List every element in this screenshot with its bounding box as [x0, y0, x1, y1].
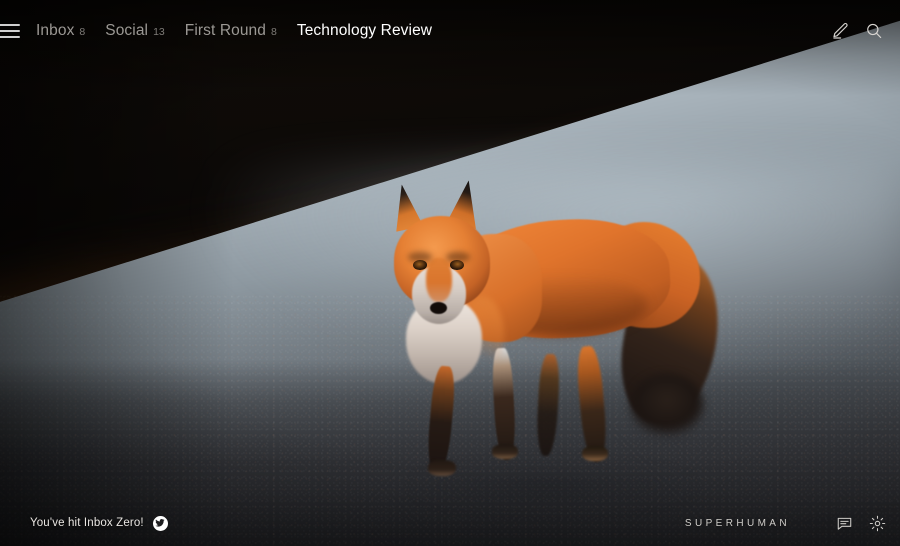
- feedback-chat-icon[interactable]: [836, 515, 853, 532]
- tab-label: Technology Review: [296, 22, 433, 39]
- tab-count-badge: 8: [271, 26, 277, 38]
- superhuman-wordmark: SUPERHUMAN: [684, 517, 790, 529]
- settings-gear-icon[interactable]: [869, 515, 886, 532]
- hamburger-line: [0, 30, 20, 32]
- search-icon[interactable]: [864, 21, 884, 41]
- tab-label: First Round: [184, 22, 266, 39]
- status-text: You've hit Inbox Zero!: [30, 517, 144, 529]
- tab-label: Inbox: [36, 22, 75, 39]
- tab-label: Social: [105, 22, 149, 39]
- superhuman-app-window: Inbox 8 Social 13 First Round 8 Technolo…: [0, 0, 900, 546]
- tab-first-round[interactable]: First Round 8: [185, 22, 277, 40]
- split-tabs: Inbox 8 Social 13 First Round 8 Technolo…: [36, 22, 432, 40]
- background-photo: [0, 0, 900, 546]
- app-header: Inbox 8 Social 13 First Round 8 Technolo…: [0, 0, 900, 62]
- header-actions: [830, 21, 884, 41]
- tab-technology-review[interactable]: Technology Review: [297, 22, 432, 40]
- tab-inbox[interactable]: Inbox 8: [36, 22, 85, 40]
- inbox-zero-status: You've hit Inbox Zero!: [30, 515, 168, 531]
- tab-count-badge: 13: [153, 26, 165, 38]
- tab-count-badge: 8: [79, 26, 86, 38]
- hamburger-line: [0, 24, 20, 26]
- hamburger-line: [0, 36, 20, 38]
- twitter-bird-icon[interactable]: [152, 515, 168, 531]
- footer-actions: [836, 515, 886, 532]
- app-footer: You've hit Inbox Zero! SUPERHUMAN: [0, 500, 900, 546]
- compose-pencil-icon[interactable]: [830, 21, 850, 41]
- tab-social[interactable]: Social 13: [105, 22, 165, 40]
- hamburger-menu-icon[interactable]: [0, 24, 20, 38]
